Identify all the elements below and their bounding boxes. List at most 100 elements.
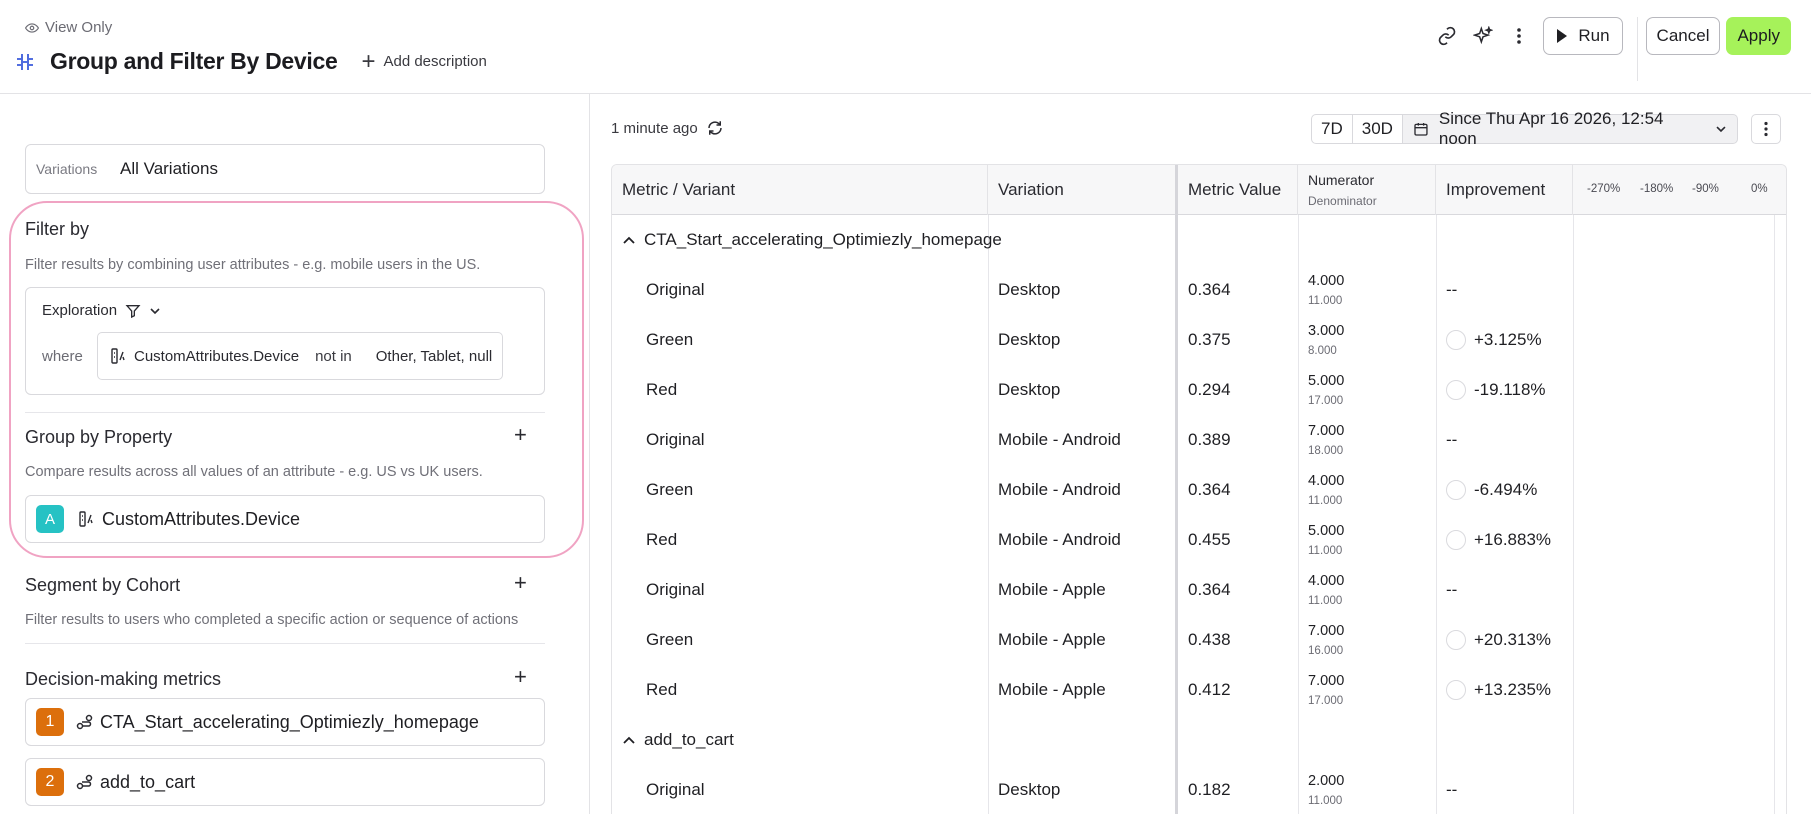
header-divider: [1636, 17, 1638, 81]
exploration-dropdown[interactable]: Exploration: [42, 302, 161, 319]
last-updated: 1 minute ago: [611, 119, 724, 137]
date-range-label: Since Thu Apr 16 2026, 12:54 noon: [1438, 109, 1664, 148]
chevron-down-icon: [150, 307, 160, 314]
plus-icon: +: [361, 47, 376, 75]
metric-item[interactable]: 1 CTA_Start_accelerating_Optimiezly_home…: [25, 698, 545, 746]
vertical-dots-icon: [1764, 121, 1768, 137]
add-metric-button[interactable]: +: [514, 664, 527, 690]
variation-cell: Mobile - Apple: [998, 580, 1106, 599]
numerator-value: 2.000: [1308, 773, 1345, 789]
results-more-button[interactable]: [1751, 114, 1781, 144]
divider: [25, 412, 545, 413]
denominator-label: Denominator: [1308, 194, 1377, 208]
metric-badge: 1: [36, 708, 64, 736]
variation-cell: Desktop: [998, 330, 1061, 349]
add-cohort-button[interactable]: +: [514, 570, 527, 596]
improvement-value: +16.883%: [1474, 530, 1552, 549]
more-options-button[interactable]: [1501, 18, 1537, 54]
variant-cell: Green: [646, 480, 694, 499]
condition-attribute: CustomAttributes.Device: [134, 347, 300, 365]
metric-item[interactable]: 2 add_to_cart: [25, 758, 545, 806]
metric-value-cell: 0.182: [1188, 780, 1231, 799]
table-row[interactable]: Original Mobile - Android 0.389 7.000 18.…: [612, 415, 1786, 465]
denominator-value: 17.000: [1308, 395, 1344, 407]
results-table: Metric / Variant Variation Metric Value …: [611, 164, 1787, 814]
filter-by-description: Filter results by combining user attribu…: [25, 257, 481, 273]
condition-operator: not in: [315, 347, 352, 365]
run-label: Run: [1578, 26, 1610, 45]
numerator-cell: 3.000 8.000: [1308, 315, 1344, 365]
denominator-value: 11.000: [1308, 495, 1343, 507]
col-variation[interactable]: Variation: [988, 165, 1176, 215]
numerator-cell: 5.000 17.000: [1308, 365, 1344, 415]
run-button[interactable]: Run: [1543, 17, 1623, 55]
variant-cell: Red: [646, 680, 678, 699]
improvement-cell: +3.125%: [1446, 315, 1542, 365]
metric-value-cell: 0.438: [1188, 630, 1231, 649]
table-row[interactable]: Green Desktop 0.375 3.000 8.000 +3.125%: [612, 315, 1786, 365]
denominator-value: 11.000: [1308, 295, 1343, 307]
play-icon: [1557, 29, 1568, 43]
scale-tick: 0%: [1751, 183, 1768, 195]
apply-button[interactable]: Apply: [1726, 17, 1791, 55]
improvement-value: +20.313%: [1474, 630, 1552, 649]
variant-cell: Green: [646, 330, 694, 349]
ai-sparkle-button[interactable]: [1465, 18, 1501, 54]
add-group-button[interactable]: +: [514, 422, 527, 448]
refresh-icon[interactable]: [706, 119, 724, 137]
col-improvement[interactable]: Improvement: [1436, 165, 1573, 215]
sparkle-icon: [1473, 26, 1494, 45]
significance-icon: [1446, 680, 1466, 700]
config-panel: Variations All Variations Filter by Filt…: [0, 94, 590, 814]
group-attribute: CustomAttributes.Device: [102, 508, 301, 529]
table-row[interactable]: Green Mobile - Apple 0.438 7.000 16.000 +…: [612, 615, 1786, 665]
group-by-description: Compare results across all values of an …: [25, 464, 483, 480]
variations-select[interactable]: Variations All Variations: [25, 144, 545, 194]
link-icon: [1439, 26, 1456, 46]
metric-name: add_to_cart: [100, 771, 196, 792]
metric-name: CTA_Start_accelerating_Optimiezly_homepa…: [100, 711, 479, 732]
table-row[interactable]: Red Mobile - Apple 0.412 7.000 17.000 +13…: [612, 665, 1786, 715]
filter-condition[interactable]: CustomAttributes.Device not in Other, Ta…: [97, 332, 503, 380]
table-row[interactable]: Original Mobile - Apple 0.364 4.000 11.00…: [612, 565, 1786, 615]
variation-cell: Mobile - Android: [998, 430, 1121, 449]
numerator-cell: 7.000 18.000: [1308, 415, 1344, 465]
group-by-title: Group by Property: [25, 427, 173, 447]
range-7d-button[interactable]: 7D: [1311, 114, 1353, 144]
col-metric-value[interactable]: Metric Value: [1176, 165, 1298, 215]
table-row[interactable]: Red Mobile - Android 0.455 5.000 11.000 +…: [612, 515, 1786, 565]
cancel-button[interactable]: Cancel: [1645, 17, 1721, 55]
date-range-picker[interactable]: Since Thu Apr 16 2026, 12:54 noon: [1402, 109, 1738, 148]
improvement-cell: +13.235%: [1446, 665, 1551, 715]
add-description-button[interactable]: + Add description: [361, 47, 486, 75]
page-title: Group and Filter By Device: [50, 48, 338, 74]
col-metric-variant[interactable]: Metric / Variant: [612, 165, 988, 215]
numerator-cell: 4.000 11.000: [1308, 565, 1344, 615]
table-row[interactable]: Green Mobile - Android 0.364 4.000 11.000…: [612, 465, 1786, 515]
variation-cell: Mobile - Apple: [998, 630, 1106, 649]
numerator-cell: 4.000 11.000: [1308, 465, 1344, 515]
table-row[interactable]: Original Desktop 0.364 4.000 11.000 --: [612, 265, 1786, 315]
link-button[interactable]: [1429, 18, 1465, 54]
improvement-cell: --: [1446, 780, 1458, 799]
event-icon: [76, 714, 93, 730]
group-by-property-item[interactable]: A CustomAttributes.Device: [25, 495, 545, 543]
metric-group-row[interactable]: CTA_Start_accelerating_Optimiezly_homepa…: [612, 215, 1786, 265]
denominator-value: 11.000: [1308, 595, 1343, 607]
metric-value-cell: 0.412: [1188, 680, 1231, 699]
variation-cell: Desktop: [998, 380, 1061, 399]
range-30d-button[interactable]: 30D: [1352, 114, 1403, 144]
metric-group-row[interactable]: add_to_cart: [612, 715, 1786, 765]
table-row[interactable]: Original Desktop 0.182 2.000 11.000 --: [612, 765, 1786, 814]
variation-cell: Mobile - Apple: [998, 680, 1106, 699]
numerator-value: 7.000: [1308, 423, 1345, 439]
numerator-value: 3.000: [1308, 323, 1345, 339]
significance-icon: [1446, 630, 1466, 650]
numerator-label: Numerator: [1308, 172, 1375, 188]
col-numerator[interactable]: Numerator Denominator: [1298, 165, 1436, 215]
view-only-indicator: View Only: [25, 19, 112, 36]
metric-group-title: add_to_cart: [622, 715, 734, 765]
improvement-cell: -19.118%: [1446, 365, 1546, 415]
improvement-cell: --: [1446, 280, 1458, 299]
table-row[interactable]: Red Desktop 0.294 5.000 17.000 -19.118%: [612, 365, 1786, 415]
